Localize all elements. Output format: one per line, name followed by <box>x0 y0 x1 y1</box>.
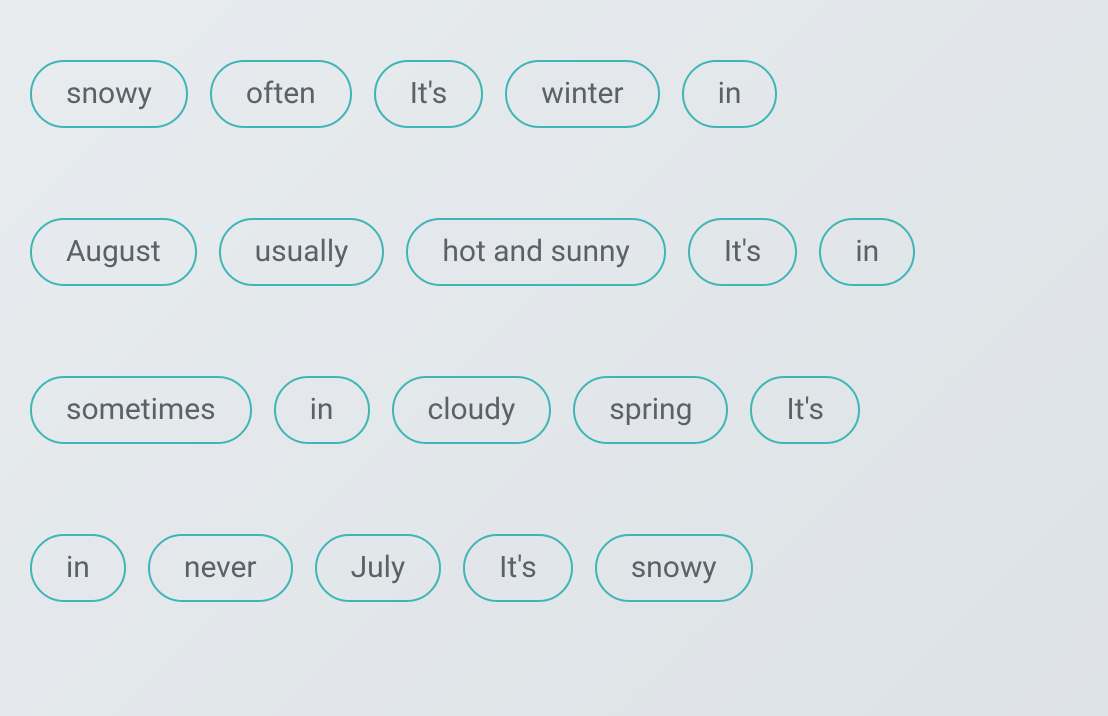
word-row-1: snowy often It's winter in <box>30 60 1078 128</box>
word-chip[interactable]: snowy <box>595 534 753 602</box>
word-row-4: in never July It's snowy <box>30 534 1078 602</box>
word-chip[interactable]: winter <box>505 60 659 128</box>
word-row-2: August usually hot and sunny It's in <box>30 218 1078 286</box>
word-chip[interactable]: in <box>30 534 126 602</box>
word-chip[interactable]: in <box>274 376 370 444</box>
word-chip[interactable]: cloudy <box>392 376 552 444</box>
word-chip[interactable]: spring <box>573 376 728 444</box>
word-chip[interactable]: August <box>30 218 197 286</box>
word-chip[interactable]: It's <box>374 60 484 128</box>
word-chip[interactable]: usually <box>219 218 385 286</box>
word-row-3: sometimes in cloudy spring It's <box>30 376 1078 444</box>
word-chip[interactable]: It's <box>463 534 573 602</box>
word-chip[interactable]: often <box>210 60 352 128</box>
word-chip[interactable]: never <box>148 534 293 602</box>
word-chip[interactable]: in <box>819 218 915 286</box>
word-chip[interactable]: July <box>315 534 442 602</box>
word-chip[interactable]: It's <box>750 376 860 444</box>
word-chip[interactable]: in <box>682 60 778 128</box>
word-chip[interactable]: It's <box>688 218 798 286</box>
word-chip[interactable]: hot and sunny <box>406 218 666 286</box>
word-chip[interactable]: sometimes <box>30 376 252 444</box>
word-chip[interactable]: snowy <box>30 60 188 128</box>
